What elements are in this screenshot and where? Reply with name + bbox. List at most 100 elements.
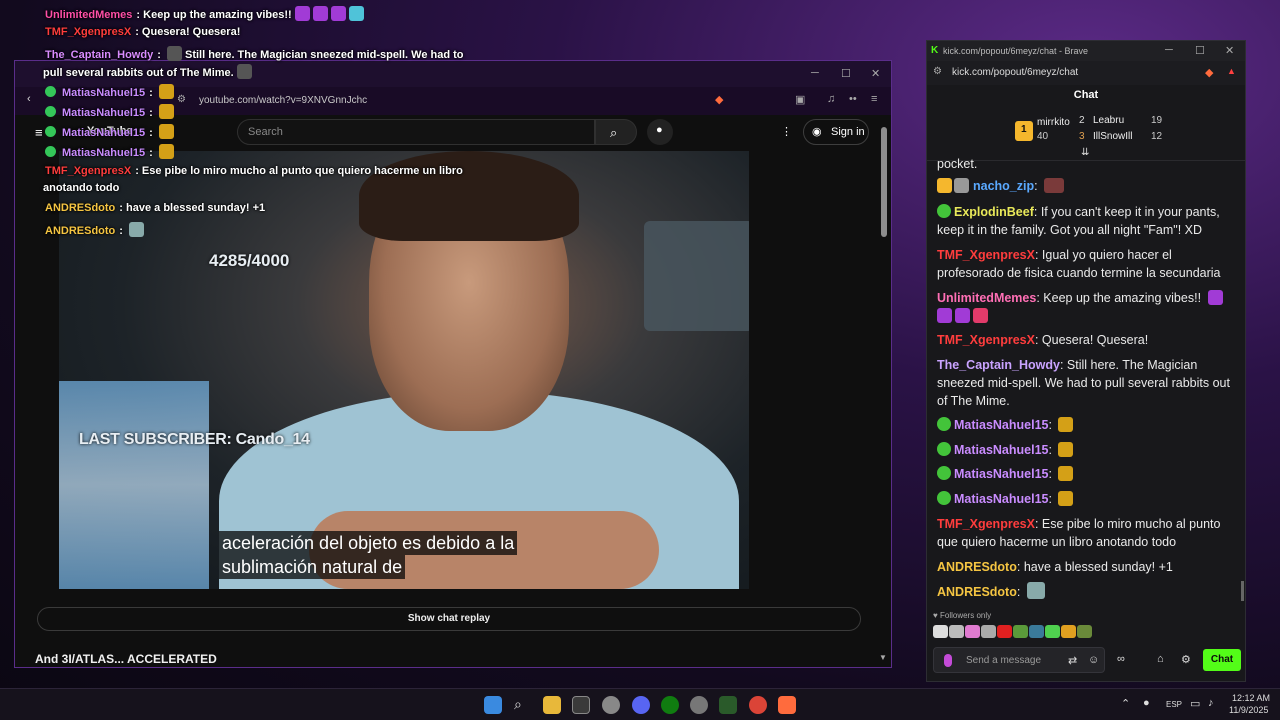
windows-taskbar: ⌕ ⌃ ● ESP ▭ ♪ 12:12 AM 11/9/2025 <box>0 688 1280 720</box>
gift-leaderboard: 1 mirrkito 40 2 Leabru 19 3 IllSnowIll 1… <box>927 109 1245 161</box>
chat-message: MatiasNahuel15: <box>937 416 1235 434</box>
search-button[interactable]: ⌕ <box>595 119 637 145</box>
close-button[interactable]: ✕ <box>871 67 880 80</box>
settings-icon[interactable] <box>690 696 708 714</box>
chat-message: ANDRESdoto: <box>937 582 1235 601</box>
subscriber-goal-counter: 4285/4000 <box>209 251 290 270</box>
kick-address-bar[interactable]: ⚙ kick.com/popout/6meyz/chat ◆ ▲ <box>927 61 1245 85</box>
store-icon[interactable]: ⌂ <box>1157 653 1164 665</box>
overlay-message: MatiasNahuel15: <box>45 144 174 159</box>
leader-rank: 3 <box>1079 131 1085 142</box>
tab-icon[interactable]: ▣ <box>795 93 805 106</box>
scroll-down-arrow-icon[interactable]: ▼ <box>879 653 887 662</box>
volume-icon[interactable]: ♪ <box>1208 697 1214 709</box>
kick-url[interactable]: kick.com/popout/6meyz/chat <box>952 67 1078 78</box>
send-chat-button[interactable]: Chat <box>1203 649 1241 671</box>
last-subscriber-label: LAST SUBSCRIBER: Cando_14 <box>79 431 310 448</box>
menu-icon[interactable]: ≡ <box>871 93 877 105</box>
kick-window-title: kick.com/popout/6meyz/chat - Brave <box>943 46 1089 56</box>
leader-count: 12 <box>1151 131 1163 142</box>
translate-icon[interactable]: ⇄ <box>1068 654 1077 667</box>
xbox-icon[interactable] <box>661 696 679 714</box>
leader-rank: 2 <box>1079 115 1085 126</box>
kick-chat-window: K kick.com/popout/6meyz/chat - Brave ─ ☐… <box>926 40 1246 682</box>
leader-name: mirrkito <box>1037 117 1070 128</box>
maximize-button[interactable]: ☐ <box>1195 44 1205 57</box>
chrome-icon[interactable] <box>749 696 767 714</box>
brave-shield-icon[interactable]: ◆ <box>715 93 723 106</box>
youtube-scrollbar[interactable] <box>881 127 887 237</box>
site-info-icon[interactable]: ⚙ <box>933 66 942 77</box>
overlay-message: UnlimitedMemes: Keep up the amazing vibe… <box>45 6 364 21</box>
search-icon[interactable]: ⌕ <box>514 696 532 714</box>
chat-header-title: Chat <box>1073 89 1099 101</box>
show-hidden-icons-icon[interactable]: ⌃ <box>1121 697 1130 710</box>
file-explorer-icon[interactable] <box>543 696 561 714</box>
brave-icon[interactable] <box>778 696 796 714</box>
kick-logo-icon: K <box>931 45 939 56</box>
maximize-button[interactable]: ☐ <box>841 67 851 80</box>
chat-message: TMF_XgenpresX: Quesera! Quesera! <box>937 333 1149 347</box>
store-icon[interactable] <box>572 696 590 714</box>
message-input[interactable]: Send a message ⇄ ☺ <box>933 647 1105 673</box>
overlay-message: pull several rabbits out of The Mime. <box>43 64 252 79</box>
input-language[interactable]: ESP <box>1166 700 1182 709</box>
overlay-message: TMF_XgenpresX: Quesera! Quesera! <box>45 26 241 38</box>
steam-icon[interactable] <box>602 696 620 714</box>
microphone-icon: ● <box>656 124 663 136</box>
video-background-flag <box>59 381 209 589</box>
clock-time[interactable]: 12:12 AM <box>1232 693 1270 703</box>
minimize-button[interactable]: ─ <box>811 67 819 79</box>
leader-name: Leabru <box>1093 115 1125 126</box>
more-options-icon[interactable]: ⋮ <box>781 125 792 138</box>
followers-only-label: ♥ Followers only <box>933 611 992 620</box>
sign-in-label: Sign in <box>831 126 865 138</box>
video-title: And 3I/ATLAS... ACCELERATED <box>35 652 217 666</box>
leader-count: 19 <box>1151 115 1163 126</box>
overlay-message: ANDRESdoto: have a blessed sunday! +1 <box>45 202 266 214</box>
chat-message: MatiasNahuel15: <box>937 465 1235 483</box>
chat-message: TMF_XgenpresX: Ese pibe lo miro mucho al… <box>937 517 1221 549</box>
overlay-message: The_Captain_Howdy: Still here. The Magic… <box>45 46 464 61</box>
caption-line-1: aceleración del objeto es debido a la <box>219 531 518 555</box>
sign-in-button[interactable]: ◉ Sign in <box>803 119 869 145</box>
chat-message: ANDRESdoto: have a blessed sunday! +1 <box>937 560 1173 574</box>
leader-rank: 1 <box>1021 124 1027 135</box>
leader-count: 40 <box>1037 131 1049 142</box>
overlay-message: ANDRESdoto: <box>45 222 145 237</box>
account-icon: ◉ <box>812 126 822 138</box>
overlay-message: MatiasNahuel15: <box>45 124 174 139</box>
brave-rewards-icon[interactable]: ▲ <box>1227 66 1236 76</box>
emote-quick-bar[interactable] <box>933 625 1133 641</box>
overlay-message: TMF_XgenpresX: Ese pibe lo miro mucho al… <box>45 165 463 177</box>
microphone-icon[interactable]: ● <box>1143 697 1150 709</box>
message-placeholder: Send a message <box>966 655 1042 666</box>
brave-shield-icon[interactable]: ◆ <box>1205 66 1213 79</box>
channel-points-icon[interactable]: ∞ <box>1117 653 1125 665</box>
video-captions: aceleración del objeto es debido a la su… <box>219 531 518 579</box>
voice-search-button[interactable]: ● <box>647 119 673 145</box>
start-icon[interactable] <box>484 696 502 714</box>
stream-chat-overlay: UnlimitedMemes: Keep up the amazing vibe… <box>0 0 470 250</box>
minimize-button[interactable]: ─ <box>1165 44 1173 56</box>
chat-scrollbar[interactable] <box>1241 581 1244 601</box>
chat-message: MatiasNahuel15: <box>937 441 1235 459</box>
close-button[interactable]: ✕ <box>1225 44 1234 57</box>
microphone-icon[interactable] <box>944 654 952 667</box>
show-chat-replay-button[interactable]: Show chat replay <box>37 607 861 631</box>
chat-message: ExplodinBeef: If you can't keep it in yo… <box>937 204 1220 237</box>
extension-icon[interactable]: •• <box>849 93 857 105</box>
chat-message: pocket. <box>937 157 978 171</box>
network-icon[interactable]: ▭ <box>1190 697 1200 710</box>
settings-icon[interactable]: ⚙ <box>1181 653 1191 666</box>
chat-message: The_Captain_Howdy: Still here. The Magic… <box>937 358 1230 408</box>
clock-date[interactable]: 11/9/2025 <box>1229 705 1268 715</box>
app-icon[interactable] <box>719 696 737 714</box>
video-background-shelf <box>644 221 749 331</box>
music-icon[interactable]: ♫ <box>827 93 835 105</box>
overlay-message: MatiasNahuel15: <box>45 104 174 119</box>
chat-message: MatiasNahuel15: <box>937 490 1235 508</box>
emoji-icon[interactable]: ☺ <box>1088 654 1099 666</box>
overlay-message: anotando todo <box>43 182 120 194</box>
discord-icon[interactable] <box>632 696 650 714</box>
